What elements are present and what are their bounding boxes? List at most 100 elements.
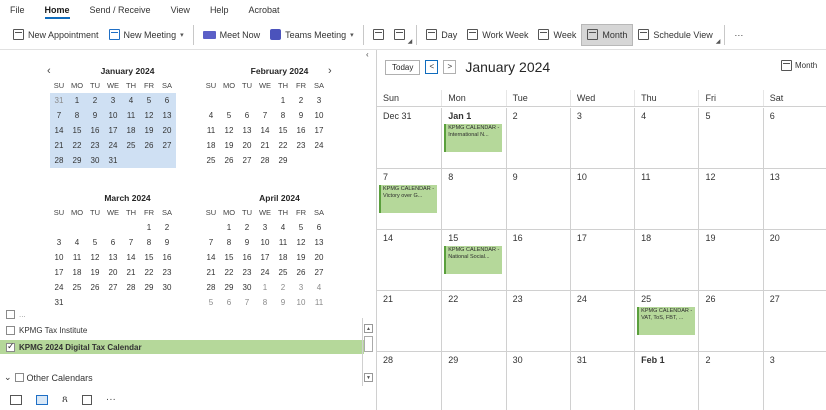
calendar-day-cell[interactable]: Dec 31 bbox=[377, 108, 441, 168]
collapse-pane-icon[interactable]: ‹ bbox=[366, 50, 369, 59]
mini-calendar-day[interactable]: 9 bbox=[274, 295, 292, 310]
mini-calendar-day[interactable]: 19 bbox=[292, 250, 310, 265]
mini-calendar-day[interactable]: 3 bbox=[104, 93, 122, 108]
mini-calendar-day[interactable]: 25 bbox=[202, 153, 220, 168]
mini-calendar-day[interactable]: 29 bbox=[68, 153, 86, 168]
calendar-item-kpmg-digital-tax[interactable]: KPMG 2024 Digital Tax Calendar bbox=[0, 340, 364, 354]
mini-calendar-day[interactable]: 2 bbox=[292, 93, 310, 108]
calendar-day-cell[interactable]: 16 bbox=[505, 230, 570, 290]
mini-calendar-day[interactable]: 23 bbox=[238, 265, 256, 280]
week-view-button[interactable]: Week bbox=[533, 24, 581, 46]
calendar-day-cell[interactable]: 17 bbox=[569, 230, 634, 290]
mini-calendar-day[interactable]: 29 bbox=[220, 280, 238, 295]
calendar-day-cell[interactable]: 15 KPMG CALENDAR - National Social... bbox=[441, 230, 505, 290]
calendar-item-kpmg-tax-institute[interactable]: KPMG Tax Institute bbox=[6, 323, 87, 337]
mini-calendar-day[interactable]: 9 bbox=[158, 235, 176, 250]
calendar-day-cell[interactable]: 13 bbox=[762, 169, 826, 229]
checkbox-icon[interactable] bbox=[6, 309, 15, 319]
mini-calendar-day[interactable]: 11 bbox=[122, 108, 140, 123]
mini-calendar-day[interactable]: 15 bbox=[140, 250, 158, 265]
mini-calendar-day[interactable]: 3 bbox=[50, 235, 68, 250]
mini-calendar-day[interactable]: 22 bbox=[274, 138, 292, 153]
mini-calendar-day[interactable]: 28 bbox=[256, 153, 274, 168]
mini-calendar-day[interactable]: 17 bbox=[310, 123, 328, 138]
checkbox-checked-icon[interactable] bbox=[6, 341, 15, 352]
mini-calendar-day[interactable]: 28 bbox=[202, 280, 220, 295]
mini-calendar-day[interactable]: 26 bbox=[140, 138, 158, 153]
calendar-day-cell[interactable]: 18 bbox=[634, 230, 698, 290]
mini-calendar-day[interactable]: 11 bbox=[68, 250, 86, 265]
mini-calendar-day[interactable]: 15 bbox=[220, 250, 238, 265]
calendar-event[interactable]: KPMG CALENDAR - VAT, ToS, FBT, ... bbox=[637, 307, 696, 335]
mini-calendar-day[interactable]: 10 bbox=[256, 235, 274, 250]
tab-file[interactable]: File bbox=[10, 0, 25, 20]
work-week-view-button[interactable]: Work Week bbox=[462, 24, 533, 46]
more-commands-button[interactable]: ··· bbox=[729, 24, 748, 46]
mini-calendar-day[interactable]: 21 bbox=[50, 138, 68, 153]
mini-calendar-day[interactable]: 27 bbox=[238, 153, 256, 168]
mini-calendar-day[interactable]: 26 bbox=[292, 265, 310, 280]
chevron-down-icon[interactable]: ⌄ bbox=[4, 372, 12, 383]
calendar-day-cell[interactable]: 2 bbox=[505, 108, 570, 168]
calendar-day-cell[interactable]: 24 bbox=[569, 291, 634, 351]
chevron-down-icon[interactable]: ▾ bbox=[180, 31, 184, 39]
mini-calendar-day[interactable]: 4 bbox=[122, 93, 140, 108]
mini-calendar-day[interactable]: 10 bbox=[310, 108, 328, 123]
mini-calendar-day[interactable]: 7 bbox=[256, 108, 274, 123]
calendar-day-cell[interactable]: 20 bbox=[762, 230, 826, 290]
mini-calendar-day[interactable]: 6 bbox=[104, 235, 122, 250]
mini-calendar-day[interactable]: 12 bbox=[220, 123, 238, 138]
calendar-day-cell[interactable]: 29 bbox=[441, 352, 505, 410]
mini-calendar-day[interactable]: 12 bbox=[86, 250, 104, 265]
mini-calendar-day[interactable]: 4 bbox=[310, 280, 328, 295]
calendar-event[interactable]: KPMG CALENDAR - National Social... bbox=[444, 246, 503, 274]
mini-calendar-day[interactable]: 22 bbox=[68, 138, 86, 153]
mini-calendar-day[interactable]: 13 bbox=[104, 250, 122, 265]
mini-calendar-day[interactable]: 24 bbox=[104, 138, 122, 153]
mini-calendar-day[interactable]: 25 bbox=[122, 138, 140, 153]
mini-calendar-day[interactable]: 17 bbox=[104, 123, 122, 138]
today-button[interactable]: Today bbox=[385, 59, 421, 75]
mini-calendar-day[interactable]: 9 bbox=[292, 108, 310, 123]
calendar-day-cell[interactable]: 12 bbox=[698, 169, 762, 229]
mini-calendar-day[interactable]: 8 bbox=[256, 295, 274, 310]
mini-calendar-day[interactable]: 13 bbox=[158, 108, 176, 123]
checkbox-icon[interactable] bbox=[14, 373, 24, 382]
mini-calendar-day[interactable]: 21 bbox=[122, 265, 140, 280]
mini-calendar-day[interactable]: 17 bbox=[256, 250, 274, 265]
mini-calendar-day[interactable]: 25 bbox=[68, 280, 86, 295]
mini-calendar-day[interactable]: 18 bbox=[202, 138, 220, 153]
calendar-day-cell[interactable]: 9 bbox=[505, 169, 570, 229]
mini-calendar-day[interactable]: 7 bbox=[122, 235, 140, 250]
mini-calendar-day[interactable]: 4 bbox=[68, 235, 86, 250]
calendar-item-partial[interactable]: ... bbox=[6, 307, 26, 321]
calendar-day-cell[interactable]: 22 bbox=[441, 291, 505, 351]
mini-calendar-day[interactable]: 7 bbox=[202, 235, 220, 250]
tasks-icon[interactable] bbox=[81, 394, 92, 405]
calendar-icon[interactable] bbox=[36, 394, 48, 405]
calendar-list-scrollbar[interactable]: ▲ ▼ bbox=[362, 318, 373, 386]
mini-calendar-day[interactable]: 24 bbox=[50, 280, 68, 295]
mini-calendar-day[interactable]: 13 bbox=[238, 123, 256, 138]
mini-calendar-day[interactable]: 9 bbox=[86, 108, 104, 123]
mini-calendar-day[interactable]: 6 bbox=[238, 108, 256, 123]
mini-calendar-day[interactable]: 10 bbox=[292, 295, 310, 310]
mini-calendar-day[interactable]: 3 bbox=[310, 93, 328, 108]
mini-calendar-day[interactable]: 14 bbox=[50, 123, 68, 138]
mini-calendar-day[interactable]: 20 bbox=[310, 250, 328, 265]
mini-calendar-day[interactable]: 6 bbox=[220, 295, 238, 310]
mini-calendar-day[interactable]: 19 bbox=[220, 138, 238, 153]
mini-calendar-day[interactable]: 14 bbox=[256, 123, 274, 138]
mini-calendar-day[interactable]: 27 bbox=[158, 138, 176, 153]
mini-calendar-day[interactable]: 24 bbox=[310, 138, 328, 153]
mini-calendar-day[interactable]: 30 bbox=[238, 280, 256, 295]
tab-acrobat[interactable]: Acrobat bbox=[248, 0, 279, 20]
mini-calendar-day[interactable]: 29 bbox=[274, 153, 292, 168]
mini-calendar-day[interactable]: 26 bbox=[220, 153, 238, 168]
new-appointment-button[interactable]: New Appointment bbox=[8, 24, 104, 46]
mini-calendar-day[interactable]: 9 bbox=[238, 235, 256, 250]
calendar-day-cell[interactable]: 10 bbox=[569, 169, 634, 229]
mini-calendar-day[interactable]: 23 bbox=[292, 138, 310, 153]
mini-calendar-day[interactable]: 12 bbox=[292, 235, 310, 250]
calendar-day-cell[interactable]: 28 bbox=[377, 352, 441, 410]
